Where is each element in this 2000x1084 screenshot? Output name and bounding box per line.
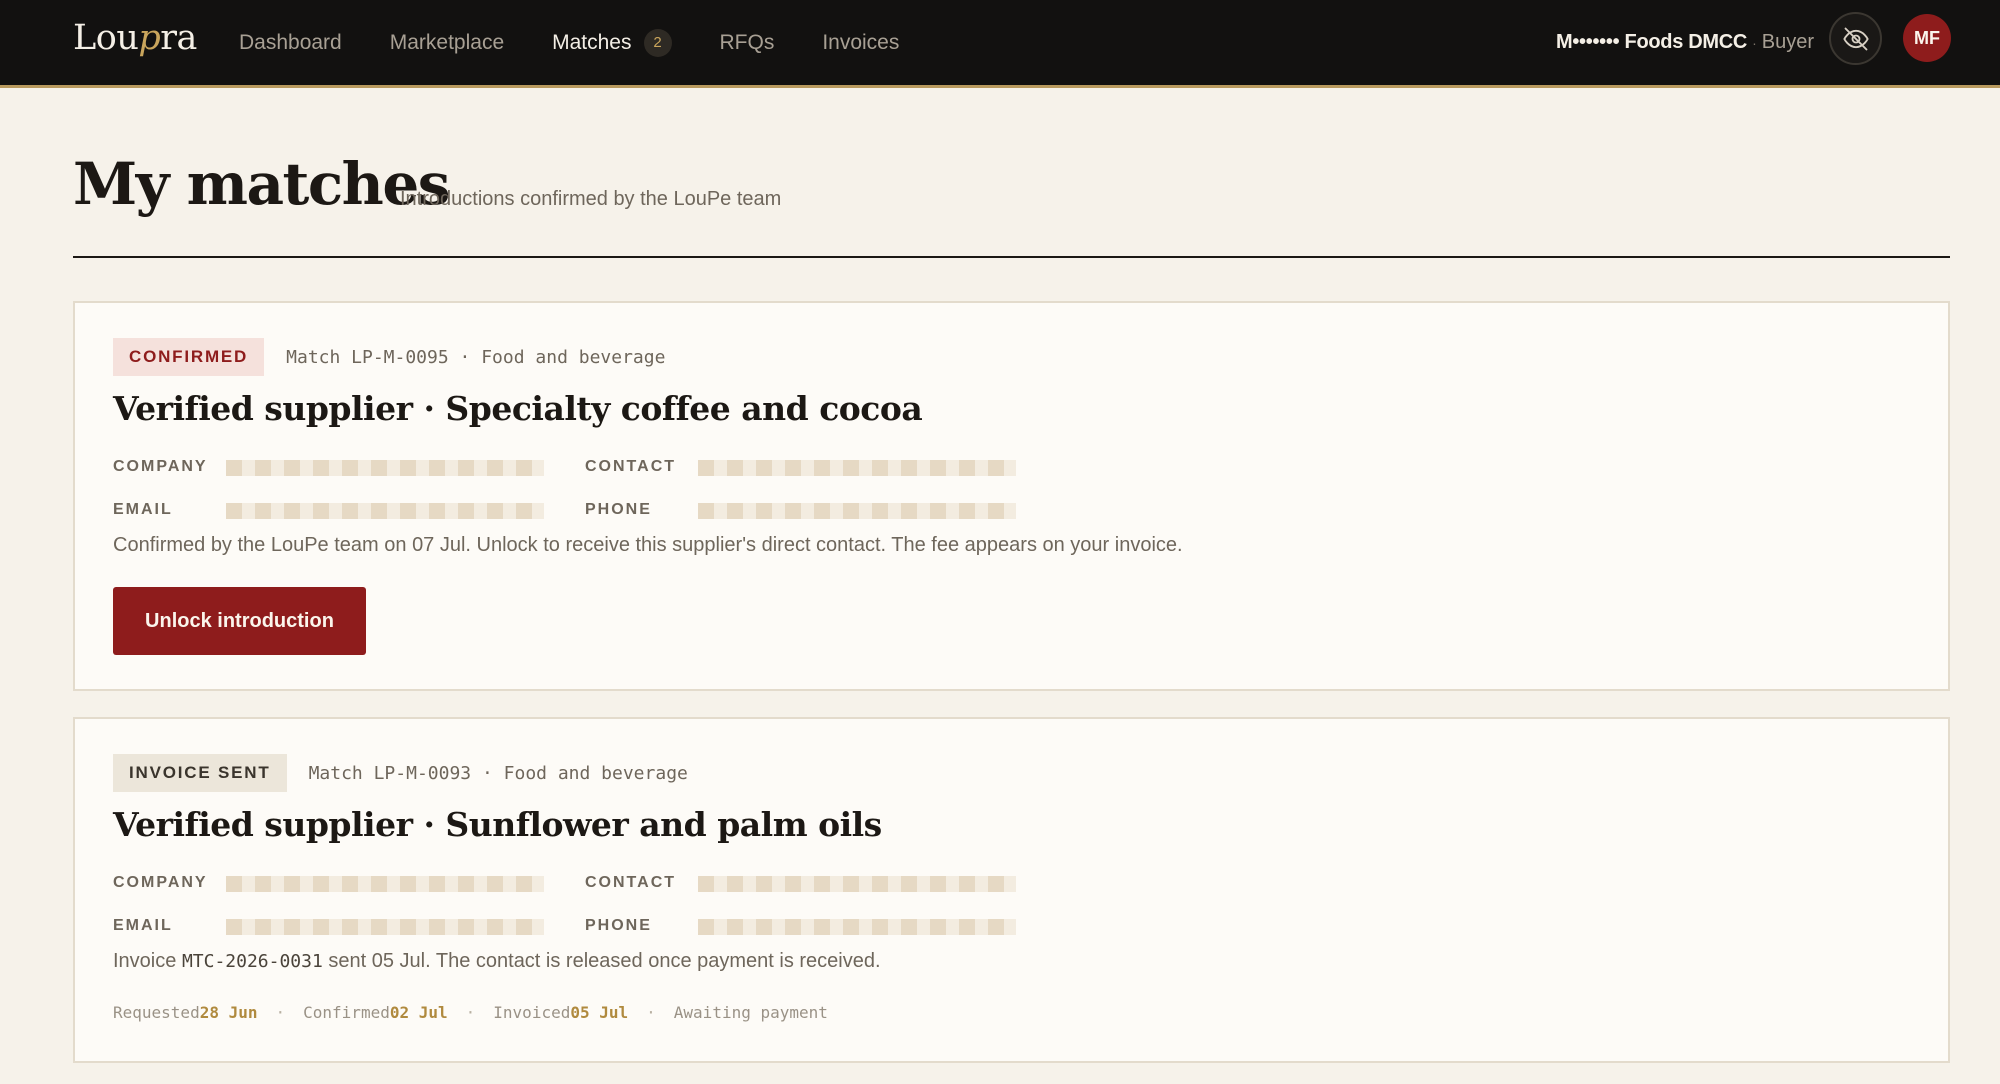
- timeline-confirmed-label: Confirmed: [303, 1003, 390, 1022]
- nav-item-invoices[interactable]: Invoices: [822, 31, 899, 55]
- field-label-email: EMAIL: [113, 917, 173, 934]
- field-contact: CONTACT: [585, 874, 676, 892]
- redacted-phone-value: [698, 919, 1016, 935]
- match-title: Verified supplier · Sunflower and palm o…: [113, 805, 882, 844]
- header-divider: [73, 256, 1950, 258]
- match-card: INVOICE SENT Match LP-M-0093 · Food and …: [73, 717, 1950, 1063]
- field-label-company: COMPANY: [113, 874, 208, 891]
- match-title: Verified supplier · Specialty coffee and…: [113, 389, 923, 428]
- redacted-email-value: [226, 503, 544, 519]
- match-timeline: Requested 28 Jun · Confirmed 02 Jul · Invo…: [113, 1003, 828, 1022]
- field-label-contact: CONTACT: [585, 874, 677, 891]
- page-subtitle: Introductions confirmed by the LouPe tea…: [400, 188, 782, 210]
- redacted-phone-value: [698, 503, 1016, 519]
- separator-dot: ·: [1752, 34, 1757, 51]
- field-label-contact: CONTACT: [585, 458, 677, 475]
- top-nav-bar: Loupra Dashboard Marketplace Matches 2 R…: [0, 0, 2000, 88]
- match-note: Confirmed by the LouPe team on 07 Jul. U…: [113, 534, 1183, 556]
- timeline-separator: ·: [465, 1003, 476, 1022]
- field-company: COMPANY: [113, 458, 208, 476]
- redacted-contact-value: [698, 460, 1016, 476]
- privacy-toggle-button[interactable]: [1829, 12, 1882, 65]
- matches-count-badge: 2: [643, 28, 672, 57]
- field-email: EMAIL: [113, 917, 173, 935]
- eye-off-icon: [1842, 27, 1869, 50]
- timeline-requested-date: 28 Jun: [199, 1003, 258, 1022]
- redacted-company-value: [226, 876, 544, 892]
- field-label-phone: PHONE: [585, 917, 652, 934]
- timeline-invoiced-date: 05 Jul: [570, 1003, 629, 1022]
- field-label-company: COMPANY: [113, 458, 208, 475]
- nav-item-dashboard[interactable]: Dashboard: [239, 31, 342, 55]
- nav-item-marketplace[interactable]: Marketplace: [390, 31, 504, 55]
- page-title: My matches: [73, 150, 450, 218]
- match-meta: Match LP-M-0095 · Food and beverage: [286, 346, 666, 368]
- nav-label: Invoices: [822, 30, 900, 54]
- timeline-state: Awaiting payment: [673, 1003, 828, 1022]
- user-avatar[interactable]: MF: [1903, 14, 1951, 62]
- nav-item-matches[interactable]: Matches 2: [552, 28, 672, 57]
- field-phone: PHONE: [585, 501, 652, 519]
- redacted-company-value: [226, 460, 544, 476]
- timeline-confirmed-date: 02 Jul: [389, 1003, 448, 1022]
- timeline-separator: ·: [646, 1003, 656, 1022]
- redacted-contact-value: [698, 876, 1016, 892]
- brand-logo[interactable]: Loupra: [73, 18, 197, 58]
- redacted-email-value: [226, 919, 544, 935]
- nav-item-rfqs[interactable]: RFQs: [720, 31, 775, 55]
- organization-name: M••••••• Foods DMCC: [1556, 31, 1748, 53]
- match-card: CONFIRMED Match LP-M-0095 · Food and bev…: [73, 301, 1950, 691]
- nav-label: RFQs: [719, 30, 775, 54]
- account-info: M••••••• Foods DMCC · Buyer: [1556, 0, 1814, 85]
- nav-label: Matches: [552, 30, 632, 54]
- nav-label: Marketplace: [389, 30, 505, 54]
- timeline-requested-label: Requested: [113, 1003, 200, 1022]
- field-company: COMPANY: [113, 874, 208, 892]
- invoice-number: MTC-2026-0031: [181, 951, 323, 972]
- timeline-invoiced-label: Invoiced: [493, 1003, 571, 1022]
- match-note: Invoice MTC-2026-0031 sent 05 Jul. The c…: [113, 950, 881, 973]
- note-prefix: Invoice: [113, 950, 182, 972]
- field-label-phone: PHONE: [585, 501, 652, 518]
- unlock-introduction-button[interactable]: Unlock introduction: [113, 587, 366, 655]
- account-role: Buyer: [1761, 31, 1814, 53]
- field-label-email: EMAIL: [113, 501, 173, 518]
- match-meta: Match LP-M-0093 · Food and beverage: [308, 762, 688, 784]
- timeline-separator: ·: [275, 1003, 286, 1022]
- field-email: EMAIL: [113, 501, 173, 519]
- field-phone: PHONE: [585, 917, 652, 935]
- nav-label: Dashboard: [239, 30, 342, 54]
- status-badge: INVOICE SENT: [113, 754, 287, 792]
- note-suffix: sent 05 Jul. The contact is released onc…: [322, 950, 881, 972]
- match-card-header: INVOICE SENT Match LP-M-0093 · Food and …: [113, 754, 688, 792]
- status-badge: CONFIRMED: [113, 338, 265, 376]
- field-contact: CONTACT: [585, 458, 676, 476]
- match-card-header: CONFIRMED Match LP-M-0095 · Food and bev…: [113, 338, 665, 376]
- main-nav: Dashboard Marketplace Matches 2 RFQs Inv…: [239, 0, 899, 85]
